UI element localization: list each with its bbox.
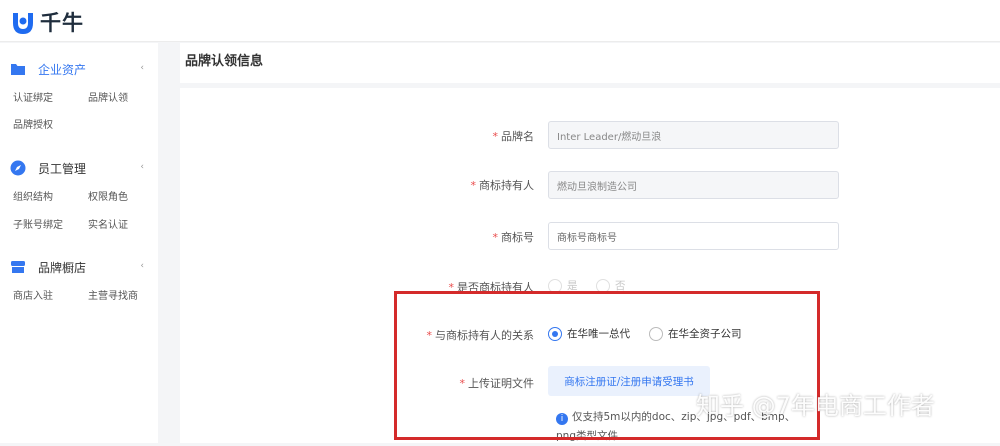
- relation-label: * 与商标持有人的关系: [427, 327, 535, 343]
- sidebar-section-label: 品牌橱店: [38, 260, 87, 275]
- upload-proof-button[interactable]: 商标注册证/注册申请受理书: [548, 366, 710, 396]
- required-mark: *: [470, 179, 477, 192]
- upload-label: * 上传证明文件: [460, 375, 535, 391]
- required-mark: *: [492, 231, 499, 244]
- trademark-owner-label: * 商标持有人: [471, 177, 535, 193]
- watermark: 知乎 @7年电商工作者: [696, 392, 935, 420]
- radio-circle-icon: [548, 278, 562, 293]
- chevron-icon: ‹: [140, 261, 144, 271]
- brand-name-input[interactable]: [548, 121, 839, 149]
- is-owner-yes-radio[interactable]: 是: [548, 278, 578, 293]
- top-bar: 千牛: [0, 0, 1000, 42]
- folder-icon: [11, 64, 25, 75]
- trademark-no-label: * 商标号: [493, 229, 535, 245]
- chevron-icon: ‹: [140, 162, 144, 172]
- required-mark: *: [459, 377, 466, 390]
- page-header: [180, 43, 1000, 83]
- sidebar-section-brand-store[interactable]: 品牌橱店 ‹: [10, 257, 150, 277]
- trademark-no-input[interactable]: [548, 222, 839, 250]
- sidebar-item-store-entry[interactable]: 商店入驻: [13, 287, 53, 302]
- qianniu-logo-icon: [13, 13, 33, 34]
- app-logo[interactable]: 千牛: [10, 7, 84, 37]
- app-name: 千牛: [40, 11, 84, 35]
- radio-label: 在华唯一总代: [567, 328, 630, 340]
- trademark-owner-input[interactable]: [548, 171, 839, 199]
- chevron-icon: ‹: [140, 63, 144, 73]
- compass-icon: [10, 160, 26, 176]
- relation-subsidiary-radio[interactable]: 在华全资子公司: [649, 326, 742, 341]
- sidebar-section-label: 企业资产: [38, 62, 87, 77]
- radio-checked-icon: [548, 326, 562, 341]
- sidebar-item-permission-roles[interactable]: 权限角色: [88, 188, 128, 203]
- upload-label-text: 上传证明文件: [468, 377, 534, 390]
- sidebar-item-org-structure[interactable]: 组织结构: [13, 188, 53, 203]
- radio-label: 在华全资子公司: [668, 328, 742, 340]
- trademark-no-label-text: 商标号: [501, 231, 534, 244]
- is-owner-label: * 是否商标持有人: [449, 279, 535, 295]
- page-title: 品牌认领信息: [185, 54, 264, 69]
- sidebar-item-find-supplier[interactable]: 主营寻找商: [88, 287, 138, 302]
- required-mark: *: [426, 329, 433, 342]
- trademark-owner-label-text: 商标持有人: [479, 179, 534, 192]
- relation-exclusive-agent-radio[interactable]: 在华唯一总代: [548, 326, 630, 341]
- sidebar-item-brand-claim[interactable]: 品牌认领: [88, 89, 128, 104]
- required-mark: *: [448, 281, 455, 294]
- radio-circle-icon: [596, 278, 610, 293]
- sidebar-section-staff[interactable]: 员工管理 ‹: [10, 158, 150, 178]
- relation-label-text: 与商标持有人的关系: [435, 329, 534, 342]
- radio-circle-icon: [649, 326, 663, 341]
- radio-label: 否: [615, 280, 626, 292]
- sidebar-item-realname-auth[interactable]: 实名认证: [88, 216, 128, 231]
- store-icon: [11, 261, 25, 273]
- brand-name-label-text: 品牌名: [501, 130, 534, 143]
- sidebar-section-assets[interactable]: 企业资产 ‹: [10, 59, 150, 79]
- sidebar-item-auth-binding[interactable]: 认证绑定: [13, 89, 53, 104]
- sidebar-section-label: 员工管理: [38, 161, 87, 176]
- sidebar-item-subaccount-binding[interactable]: 子账号绑定: [13, 216, 63, 231]
- is-owner-no-radio[interactable]: 否: [596, 278, 626, 293]
- required-mark: *: [492, 130, 499, 143]
- is-owner-label-text: 是否商标持有人: [457, 281, 534, 294]
- brand-name-label: * 品牌名: [493, 128, 535, 144]
- sidebar-item-brand-authorization[interactable]: 品牌授权: [13, 116, 53, 131]
- radio-label: 是: [567, 280, 578, 292]
- info-icon: i: [556, 413, 568, 425]
